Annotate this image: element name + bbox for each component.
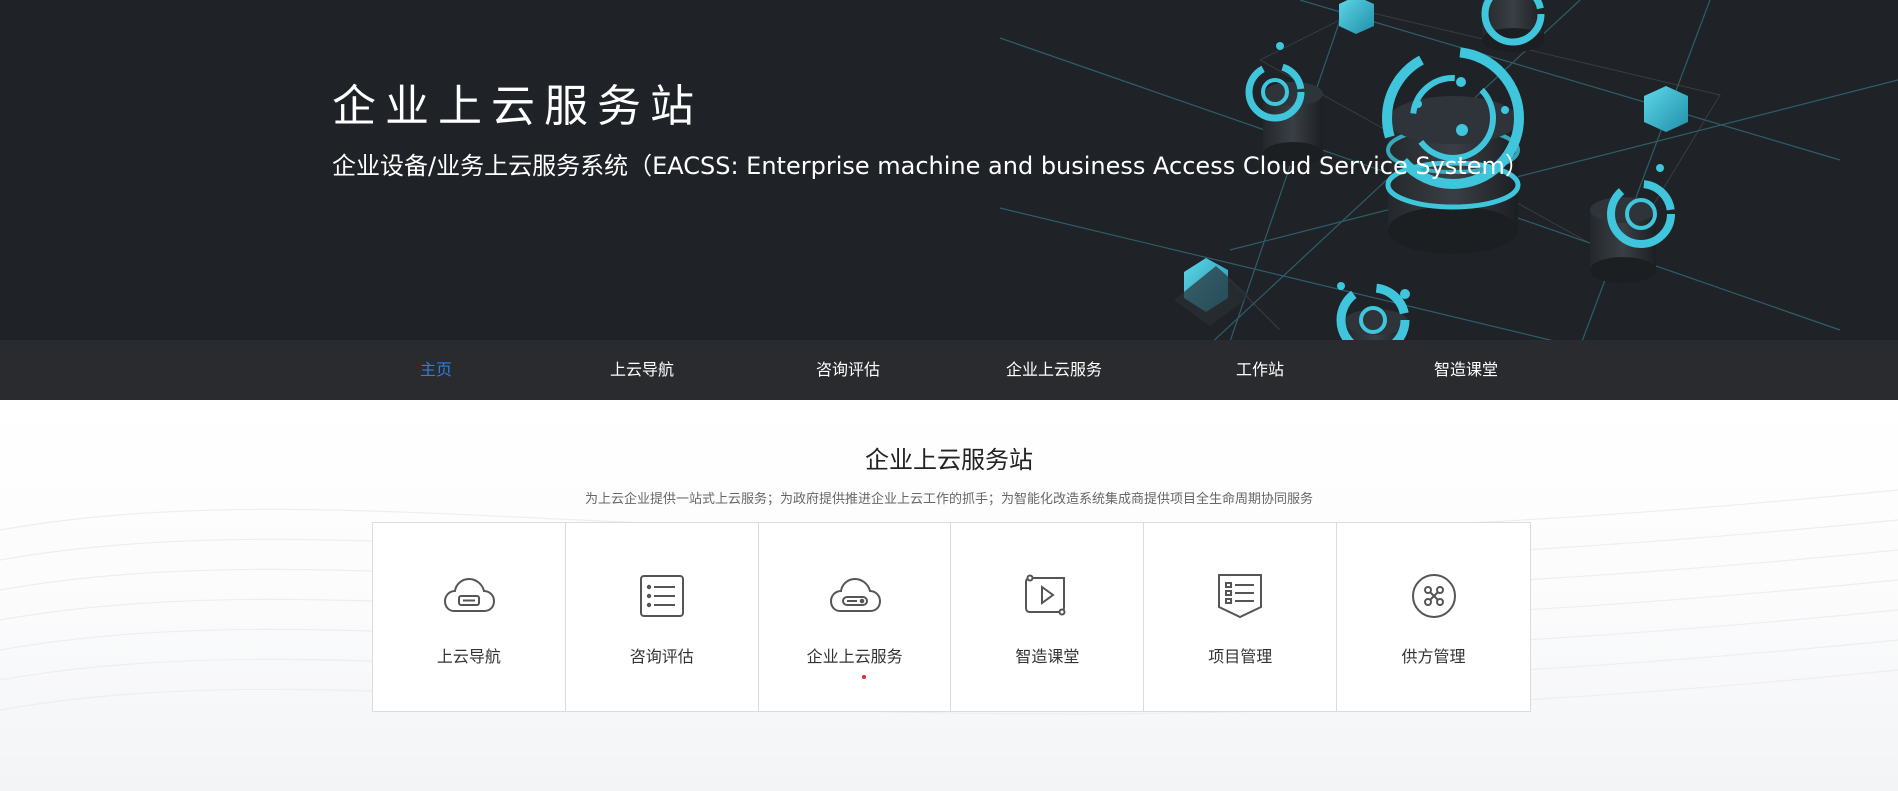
service-card-label: 上云导航 bbox=[436, 647, 501, 666]
cloud-icon bbox=[442, 573, 496, 619]
main-nav: 主页 上云导航 咨询评估 企业上云服务 工作站 智造课堂 bbox=[0, 340, 1898, 400]
section-description: 为上云企业提供一站式上云服务；为政府提供推进企业上云工作的抓手；为智能化改造系统… bbox=[584, 492, 1313, 507]
service-card-smart-class[interactable]: 智造课堂 bbox=[951, 523, 1145, 711]
service-card-label: 项目管理 bbox=[1208, 647, 1273, 666]
service-cards: 上云导航 咨询评估 企业上云服务 智造课堂 项目管理 供方管理 bbox=[372, 522, 1531, 712]
active-indicator-dot bbox=[861, 675, 866, 679]
nav-item-enterprise-cloud-service[interactable]: 企业上云服务 bbox=[954, 340, 1154, 400]
document-list-icon bbox=[1213, 573, 1267, 619]
nav-item-cloud-navigation[interactable]: 上云导航 bbox=[542, 340, 742, 400]
service-card-label: 智造课堂 bbox=[1015, 647, 1080, 666]
hero-title: 企业上云服务站 bbox=[332, 81, 703, 132]
section-title: 企业上云服务站 bbox=[865, 446, 1033, 474]
service-card-label: 企业上云服务 bbox=[806, 647, 903, 666]
network-icon bbox=[1407, 573, 1461, 619]
service-card-cloud-navigation[interactable]: 上云导航 bbox=[373, 523, 566, 711]
hero-subtitle: 企业设备/业务上云服务系统（EACSS: Enterprise machine … bbox=[332, 152, 1529, 180]
service-card-label: 供方管理 bbox=[1401, 647, 1466, 666]
service-card-consulting[interactable]: 咨询评估 bbox=[566, 523, 759, 711]
cloud-server-icon bbox=[828, 573, 882, 619]
nav-item-consulting[interactable]: 咨询评估 bbox=[748, 340, 948, 400]
nav-item-smart-class[interactable]: 智造课堂 bbox=[1366, 340, 1566, 400]
services-section: 企业上云服务站 为上云企业提供一站式上云服务；为政府提供推进企业上云工作的抓手；… bbox=[0, 400, 1898, 791]
service-card-enterprise-cloud-service[interactable]: 企业上云服务 bbox=[759, 523, 952, 711]
hero-banner: 企业上云服务站 企业设备/业务上云服务系统（EACSS: Enterprise … bbox=[0, 0, 1898, 340]
service-card-project-management[interactable]: 项目管理 bbox=[1144, 523, 1338, 711]
nav-item-home[interactable]: 主页 bbox=[336, 340, 536, 400]
service-card-supplier-management[interactable]: 供方管理 bbox=[1337, 523, 1530, 711]
service-card-label: 咨询评估 bbox=[629, 647, 694, 666]
list-icon bbox=[635, 573, 689, 619]
video-icon bbox=[1020, 573, 1074, 619]
nav-item-workstation[interactable]: 工作站 bbox=[1160, 340, 1360, 400]
